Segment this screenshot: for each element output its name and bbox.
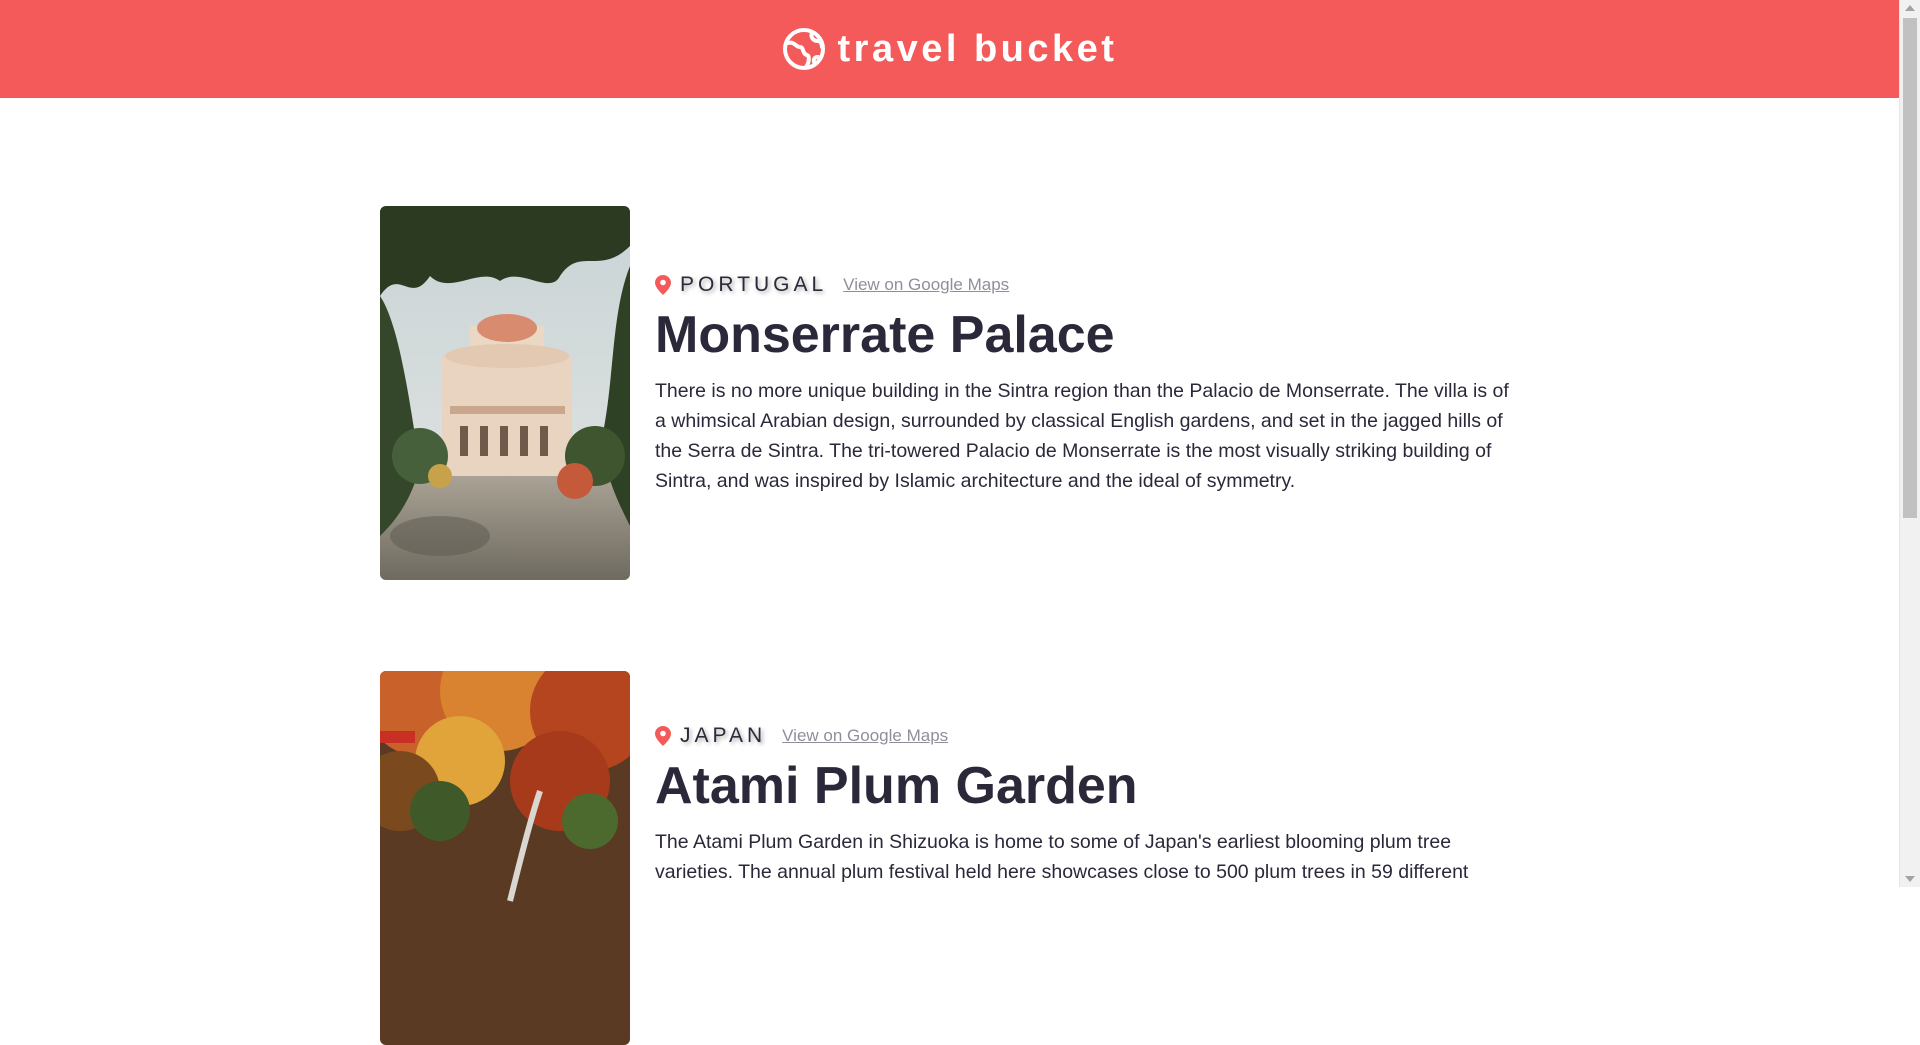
destination-title: Atami Plum Garden [655, 757, 1138, 815]
entry-content: PORTUGAL View on Google Maps Monserrate … [655, 272, 1520, 496]
brand-name: travel bucket [837, 28, 1118, 70]
location-pin-icon [655, 726, 671, 746]
entry-photo [380, 206, 630, 580]
brand[interactable]: travel bucket [782, 27, 1118, 71]
country-label: JAPAN [680, 724, 767, 747]
location-pin-icon [655, 275, 671, 295]
scroll-down-arrow-icon[interactable] [1905, 876, 1915, 882]
entry-photo [380, 671, 630, 1045]
country-label: PORTUGAL [680, 273, 828, 296]
destination-description: There is no more unique building in the … [655, 380, 1509, 492]
site-header: travel bucket [0, 0, 1899, 98]
location-line: JAPAN View on Google Maps [655, 723, 1520, 749]
location-line: PORTUGAL View on Google Maps [655, 272, 1520, 298]
google-maps-link[interactable]: View on Google Maps [782, 726, 948, 746]
destination-description: The Atami Plum Garden in Shizuoka is hom… [655, 831, 1469, 883]
scroll-up-arrow-icon[interactable] [1905, 5, 1915, 11]
scrollbar-thumb[interactable] [1903, 18, 1917, 518]
google-maps-link[interactable]: View on Google Maps [843, 275, 1009, 295]
destination-title: Monserrate Palace [655, 306, 1115, 364]
vertical-scrollbar[interactable] [1899, 0, 1920, 887]
globe-icon [782, 28, 825, 70]
entry-content: JAPAN View on Google Maps Atami Plum Gar… [655, 723, 1520, 887]
